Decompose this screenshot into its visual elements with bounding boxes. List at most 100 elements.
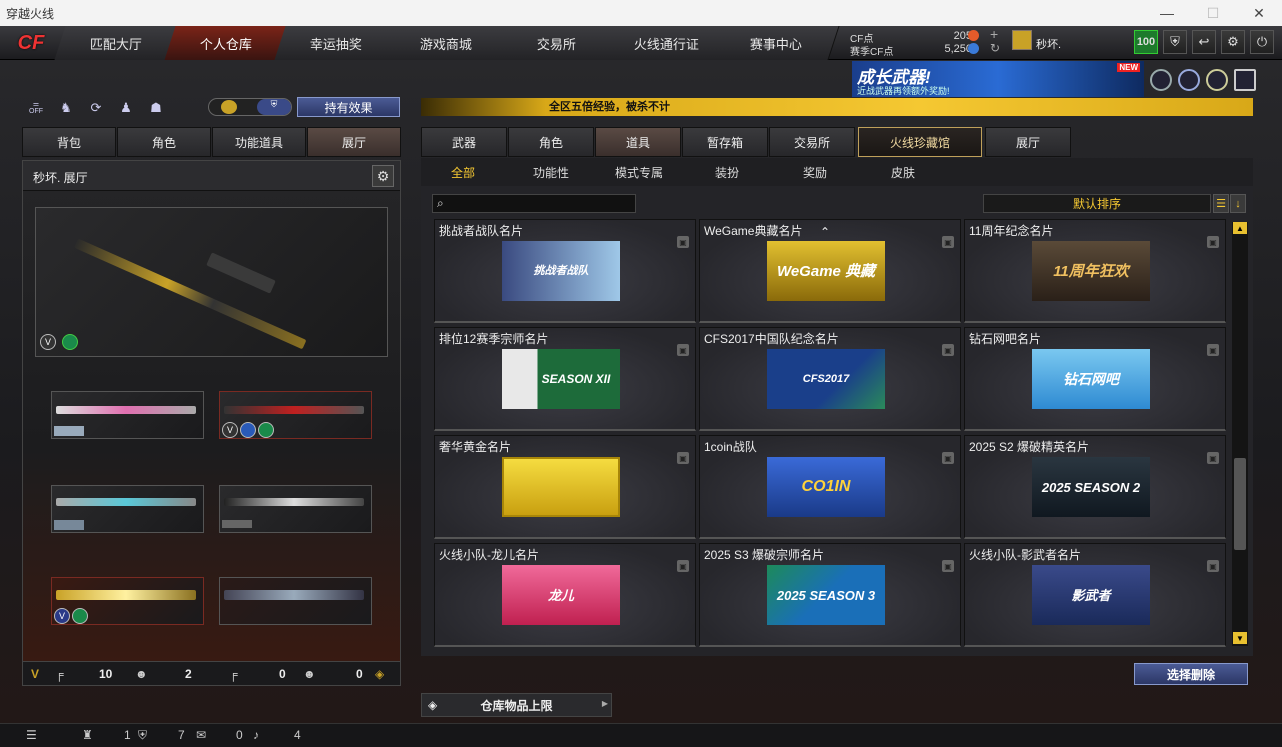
refresh-icon[interactable]: ⟳ xyxy=(84,98,108,118)
item-name: 排位12赛季宗师名片 xyxy=(439,332,549,346)
tab-gallery[interactable]: 展厅 xyxy=(985,127,1071,157)
team-icon[interactable]: ♞ xyxy=(54,98,78,118)
gear-icon[interactable]: ⚙ xyxy=(1221,30,1245,54)
lock-icon[interactable]: ▣ xyxy=(677,236,689,248)
user-name[interactable]: 秒坏. xyxy=(1036,36,1061,52)
lock-icon[interactable]: ▣ xyxy=(677,452,689,464)
weapon-slot-6[interactable] xyxy=(219,577,372,625)
tab-collection-hall[interactable]: 火线珍藏馆 xyxy=(858,127,982,157)
scroll-up-icon[interactable]: ▲ xyxy=(1233,222,1247,234)
subtab-rewards[interactable]: 奖励 xyxy=(775,158,855,186)
minimize-button[interactable]: — xyxy=(1144,0,1190,26)
character-icon[interactable]: ♟ xyxy=(114,98,138,118)
item-card[interactable]: 挑战者战队名片 ▣ 挑战者战队 xyxy=(434,219,696,323)
tab-storage[interactable]: 暂存箱 xyxy=(682,127,768,157)
tab-items[interactable]: 道具 xyxy=(595,127,681,157)
left-tab-gallery[interactable]: 展厅 xyxy=(307,127,401,157)
item-image: WeGame 典藏 xyxy=(767,241,885,301)
view-toggle[interactable]: ⛨ xyxy=(208,98,292,116)
left-tab-backpack[interactable]: 背包 xyxy=(22,127,116,157)
item-card[interactable]: 奢华黄金名片 ▣ xyxy=(434,435,696,539)
nav-tab-lottery[interactable]: 幸运抽奖 xyxy=(274,26,400,60)
nav-tab-battle-pass[interactable]: 火线通行证 xyxy=(604,26,730,60)
target-icon[interactable] xyxy=(1178,69,1200,91)
list-view-icon[interactable]: ☰ xyxy=(1213,194,1229,213)
power-icon[interactable]: ⏻ xyxy=(1250,30,1274,54)
pet-icon[interactable]: ☗ xyxy=(144,98,168,118)
sniper-rifle-image xyxy=(73,238,307,350)
weapon-slot-4[interactable] xyxy=(219,485,372,533)
sort-dropdown[interactable]: 默认排序 xyxy=(983,194,1211,213)
shield-icon[interactable]: ⛨ xyxy=(1163,30,1187,54)
close-button[interactable]: ✕ xyxy=(1236,0,1282,26)
left-tab-character[interactable]: 角色 xyxy=(117,127,211,157)
back-icon[interactable]: ↩ xyxy=(1192,30,1216,54)
nav-tab-events[interactable]: 赛事中心 xyxy=(714,26,840,60)
item-card[interactable]: 钻石网吧名片 ▣ 钻石网吧 xyxy=(964,327,1226,431)
subtab-skins[interactable]: 皮肤 xyxy=(863,158,943,186)
item-card[interactable]: 火线小队-龙儿名片 ▣ 龙儿 xyxy=(434,543,696,647)
status-bar: ☰ ♜ 1 ⛨ 7 ✉ 0 ♪ 4 xyxy=(0,723,1282,747)
lock-icon[interactable]: ▣ xyxy=(942,560,954,572)
item-card[interactable]: 1coin战队 ▣ CO1IN xyxy=(699,435,961,539)
item-card[interactable]: CFS2017中国队纪念名片 ▣ CFS2017 xyxy=(699,327,961,431)
weapon-slot-2[interactable]: V xyxy=(219,391,372,439)
grid-scrollbar[interactable]: ▲ ▼ xyxy=(1232,222,1248,646)
maximize-button[interactable]: ☐ xyxy=(1190,0,1236,26)
weapon-slot-3[interactable] xyxy=(51,485,204,533)
lock-icon[interactable]: ▣ xyxy=(1207,236,1219,248)
speaker-icon[interactable]: ♪ xyxy=(253,728,259,742)
item-card[interactable]: 火线小队-影武者名片 ▣ 影武者 xyxy=(964,543,1226,647)
main-weapon-slot[interactable]: V xyxy=(35,207,388,357)
weapon-slot-5[interactable]: V xyxy=(51,577,204,625)
item-card[interactable]: 2025 S2 爆破精英名片 ▣ 2025 SEASON 2 xyxy=(964,435,1226,539)
cf-logo[interactable]: CF xyxy=(6,29,56,57)
lock-icon[interactable]: ▣ xyxy=(942,452,954,464)
lock-icon[interactable]: ▣ xyxy=(942,236,954,248)
nav-tab-exchange[interactable]: 交易所 xyxy=(494,26,620,60)
lock-icon[interactable]: ▣ xyxy=(942,344,954,356)
gallery-settings-icon[interactable]: ⚙ xyxy=(372,165,394,187)
select-delete-button[interactable]: 选择删除 xyxy=(1134,663,1248,685)
item-card[interactable]: 2025 S3 爆破宗师名片 ▣ 2025 SEASON 3 xyxy=(699,543,961,647)
v-shield-icon[interactable] xyxy=(1150,69,1172,91)
item-card[interactable]: 11周年纪念名片 ▣ 11周年狂欢 xyxy=(964,219,1226,323)
nav-tab-match-lobby[interactable]: 匹配大厅 xyxy=(54,26,180,60)
subtab-decoration[interactable]: 装扮 xyxy=(687,158,767,186)
scroll-thumb[interactable] xyxy=(1234,458,1246,550)
tab-character[interactable]: 角色 xyxy=(508,127,594,157)
weapon-slot-1[interactable] xyxy=(51,391,204,439)
search-input[interactable]: ⌕ xyxy=(432,194,636,213)
refresh-points-button[interactable]: ↻ xyxy=(990,41,1000,55)
clan-icon[interactable]: ⛨ xyxy=(138,728,147,743)
subtab-all[interactable]: 全部 xyxy=(423,158,503,186)
toggle-off-icon[interactable]: ⚌ OFF xyxy=(24,98,48,118)
left-tab-function-items[interactable]: 功能道具 xyxy=(212,127,306,157)
tab-weapons[interactable]: 武器 xyxy=(421,127,507,157)
scroll-down-icon[interactable]: ▼ xyxy=(1233,632,1247,644)
item-card[interactable]: 排位12赛季宗师名片 ▣ SEASON XII xyxy=(434,327,696,431)
search-field[interactable] xyxy=(451,196,631,211)
level-badge[interactable]: 100 xyxy=(1134,30,1158,54)
nav-tab-warehouse[interactable]: 个人仓库 xyxy=(164,26,290,60)
lock-icon[interactable]: ▣ xyxy=(1207,344,1219,356)
lock-icon[interactable]: ▣ xyxy=(1207,452,1219,464)
promo-banner[interactable]: 成长武器! 近战武器再领额外奖励! NEW xyxy=(852,61,1144,97)
subtab-mode-exclusive[interactable]: 模式专属 xyxy=(599,158,679,186)
tab-exchange[interactable]: 交易所 xyxy=(769,127,855,157)
chat-icon[interactable]: ✉ xyxy=(196,728,206,742)
team-icon[interactable]: ♜ xyxy=(82,728,93,742)
lock-icon[interactable]: ▣ xyxy=(677,560,689,572)
menu-icon[interactable]: ☰ xyxy=(26,728,37,742)
storage-capacity-button[interactable]: ◈ 仓库物品上限 ▶ xyxy=(421,693,612,717)
skull-icon[interactable] xyxy=(1206,69,1228,91)
w-logo-icon[interactable] xyxy=(1234,69,1256,91)
holding-effect-button[interactable]: 持有效果 xyxy=(297,97,400,117)
lock-icon[interactable]: ▣ xyxy=(677,344,689,356)
subtab-functional[interactable]: 功能性 xyxy=(511,158,591,186)
nav-tab-shop[interactable]: 游戏商城 xyxy=(384,26,510,60)
add-points-button[interactable]: + xyxy=(990,26,998,42)
sort-order-icon[interactable]: ↓ xyxy=(1230,194,1246,213)
lock-icon[interactable]: ▣ xyxy=(1207,560,1219,572)
collapse-caret-icon[interactable]: ⌃ xyxy=(820,225,836,239)
